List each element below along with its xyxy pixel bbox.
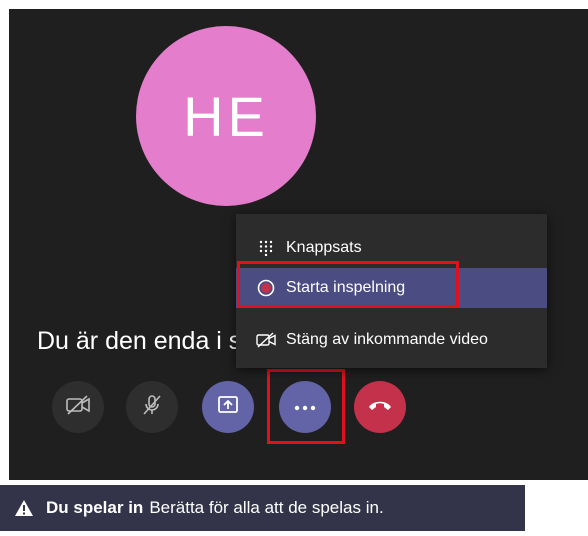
call-status-text: Du är den enda i samtalet — [37, 327, 242, 355]
start-recording-highlight — [237, 261, 459, 308]
more-options-highlight — [267, 369, 345, 444]
video-off-icon — [256, 330, 276, 350]
menu-item-label: Knappsats — [286, 239, 362, 256]
share-screen-icon — [216, 394, 240, 421]
mic-toggle-button[interactable] — [126, 381, 178, 433]
avatar: HE — [136, 26, 316, 206]
hang-up-button[interactable] — [354, 381, 406, 433]
hang-up-icon — [367, 398, 393, 417]
menu-item-label: Stäng av inkommande video — [286, 331, 488, 348]
camera-toggle-button[interactable] — [52, 381, 104, 433]
dialpad-icon — [256, 238, 276, 258]
warning-icon — [14, 499, 34, 517]
camera-off-icon — [65, 394, 91, 421]
share-screen-button[interactable] — [202, 381, 254, 433]
mic-off-icon — [140, 393, 164, 422]
menu-item-turn-off-incoming-video[interactable]: Stäng av inkommande video — [236, 320, 547, 360]
banner-message: Berätta för alla att de spelas in. — [149, 498, 384, 517]
recording-banner: Du spelar in Berätta för alla att de spe… — [0, 485, 525, 531]
banner-title: Du spelar in — [46, 498, 144, 517]
call-window: HE Du är den enda i samtalet — [9, 9, 588, 480]
